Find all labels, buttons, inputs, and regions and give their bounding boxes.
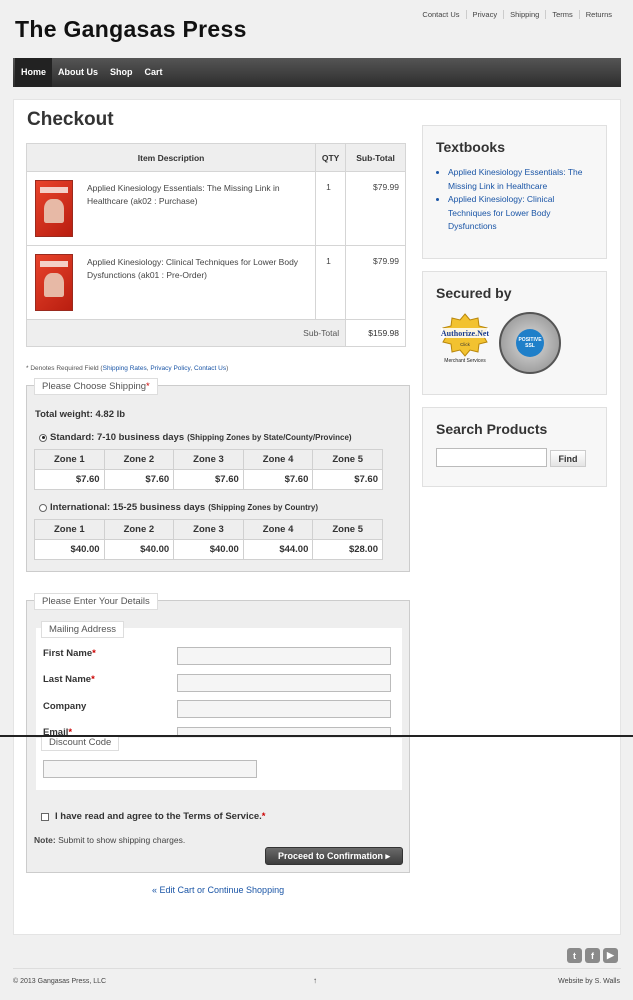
- international-radio[interactable]: [39, 503, 47, 512]
- page-title: Checkout: [27, 109, 114, 130]
- last-name-label: Last Name*: [43, 674, 95, 685]
- required-note: * Denotes Required Field (Shipping Rates…: [26, 365, 229, 372]
- contact-us-link[interactable]: Contact Us: [194, 365, 226, 372]
- header-qty: QTY: [315, 143, 347, 172]
- email-label: Email*: [43, 727, 73, 735]
- textbooks-list: Applied Kinesiology Essentials: The Miss…: [448, 166, 598, 234]
- nav-home[interactable]: Home: [15, 58, 53, 87]
- mailing-legend: Mailing Address: [41, 621, 125, 638]
- footer-divider: [13, 968, 621, 969]
- item-description: Applied Kinesiology: Clinical Techniques…: [87, 257, 299, 280]
- secured-by-widget: Secured by Authorize.Net Click Merchant …: [422, 271, 607, 395]
- nav-shop[interactable]: Shop: [104, 58, 139, 87]
- table-row: Applied Kinesiology Essentials: The Miss…: [25, 171, 406, 246]
- item-qty: 1: [315, 245, 347, 320]
- discount-legend: Discount Code: [41, 735, 120, 751]
- youtube-icon[interactable]: ▶: [603, 948, 618, 963]
- terms-agreement: I have read and agree to the Terms of Se…: [41, 811, 266, 822]
- subtotal-label: Sub-Total: [25, 319, 347, 347]
- proceed-to-confirmation-button[interactable]: Proceed to Confirmation ▸: [265, 847, 403, 865]
- main-nav: Home About Us Shop Cart: [13, 58, 621, 87]
- header-subtotal: Sub-Total: [345, 143, 406, 172]
- shipping-note: Note: Submit to show shipping charges.: [34, 835, 186, 845]
- details-legend: Please Enter Your Details: [34, 593, 158, 610]
- svg-text:Click: Click: [460, 342, 470, 347]
- shipping-legend: Please Choose Shipping*: [34, 378, 158, 395]
- social-links: t f ▶: [564, 948, 618, 963]
- positive-ssl-seal-icon[interactable]: POSITIVE SSL: [499, 312, 561, 374]
- international-zones-table: Zone 1 Zone 2 Zone 3 Zone 4 Zone 5 $40.00 $40…: [34, 519, 383, 560]
- twitter-icon[interactable]: t: [567, 948, 582, 963]
- secured-title: Secured by: [436, 285, 512, 301]
- top-link-terms[interactable]: Terms: [545, 10, 578, 19]
- textbook-link[interactable]: Applied Kinesiology Essentials: The Miss…: [448, 166, 598, 193]
- item-description: Applied Kinesiology Essentials: The Miss…: [87, 183, 280, 206]
- item-price: $79.99: [345, 171, 406, 246]
- screenshot-seam: [0, 735, 633, 737]
- item-price: $79.99: [345, 245, 406, 320]
- shipping-rates-link[interactable]: Shipping Rates: [103, 365, 147, 372]
- search-widget: Search Products Find: [422, 407, 607, 487]
- subtotal-value: $159.98: [345, 319, 406, 347]
- shipping-fieldset: Please Choose Shipping* Total weight: 4.…: [26, 378, 410, 572]
- first-name-label: First Name*: [43, 648, 96, 659]
- international-shipping-option[interactable]: International: 15-25 business days (Ship…: [39, 502, 318, 513]
- last-name-input[interactable]: [177, 674, 391, 692]
- svg-text:Authorize.Net: Authorize.Net: [441, 329, 490, 338]
- find-button[interactable]: Find: [550, 450, 586, 467]
- nav-cart[interactable]: Cart: [139, 58, 169, 87]
- textbooks-title: Textbooks: [436, 139, 505, 155]
- site-credit[interactable]: Website by S. Walls: [558, 978, 620, 985]
- standard-zones-table: Zone 1 Zone 2 Zone 3 Zone 4 Zone 5 $7.60 $7.6…: [34, 449, 383, 490]
- header-item: Item Description: [25, 143, 317, 172]
- nav-about[interactable]: About Us: [52, 58, 104, 87]
- top-links: Contact Us Privacy Shipping Terms Return…: [416, 10, 618, 19]
- authorize-net-seal-icon[interactable]: Authorize.Net Click Merchant Services: [437, 312, 493, 364]
- email-input[interactable]: [177, 727, 391, 735]
- top-link-privacy[interactable]: Privacy: [465, 10, 504, 19]
- top-link-returns[interactable]: Returns: [578, 10, 618, 19]
- company-input[interactable]: [177, 700, 391, 718]
- first-name-input[interactable]: [177, 647, 391, 665]
- textbook-link[interactable]: Applied Kinesiology: Clinical Techniques…: [448, 193, 598, 234]
- copyright: © 2013 Gangasas Press, LLC: [13, 978, 107, 985]
- back-to-top-link[interactable]: ↑: [313, 976, 317, 985]
- cart-table: Item Description QTY Sub-Total Applied K…: [25, 143, 406, 347]
- textbooks-widget: Textbooks Applied Kinesiology Essentials…: [422, 125, 607, 259]
- continue-shopping-link[interactable]: « Edit Cart or Continue Shopping: [152, 885, 284, 895]
- search-input[interactable]: [436, 448, 547, 467]
- total-weight: Total weight: 4.82 lb: [35, 409, 126, 420]
- discount-code-input[interactable]: [43, 760, 257, 778]
- svg-text:Merchant Services: Merchant Services: [444, 358, 486, 364]
- book-thumbnail[interactable]: [35, 254, 73, 311]
- table-row: Applied Kinesiology: Clinical Techniques…: [25, 245, 406, 320]
- privacy-policy-link[interactable]: Privacy Policy: [150, 365, 190, 372]
- discount-code-box: Discount Code: [36, 735, 402, 790]
- site-title[interactable]: The Gangasas Press: [15, 16, 247, 43]
- search-title: Search Products: [436, 421, 548, 437]
- top-link-contact[interactable]: Contact Us: [416, 10, 465, 19]
- standard-shipping-option[interactable]: Standard: 7-10 business days (Shipping Z…: [39, 432, 352, 443]
- item-qty: 1: [315, 171, 347, 246]
- facebook-icon[interactable]: f: [585, 948, 600, 963]
- terms-checkbox[interactable]: [41, 812, 49, 821]
- company-label: Company: [43, 701, 87, 712]
- book-thumbnail[interactable]: [35, 180, 73, 237]
- standard-radio[interactable]: [39, 433, 47, 442]
- top-link-shipping[interactable]: Shipping: [503, 10, 545, 19]
- mailing-address-box: Mailing Address First Name* Last Name* C…: [36, 621, 402, 736]
